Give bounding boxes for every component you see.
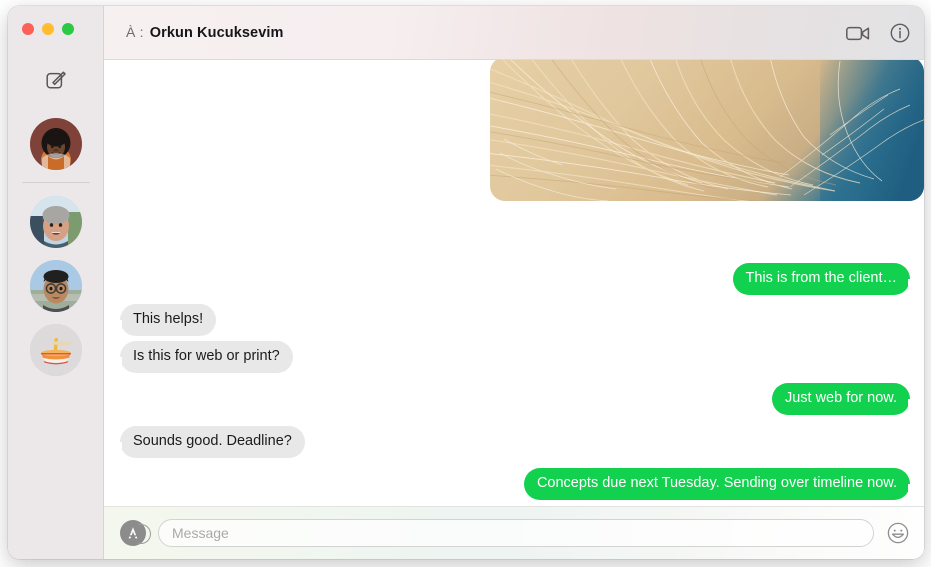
message-row: Concepts due next Tuesday. Sending over … (120, 468, 918, 500)
message-row: This is from the client… (120, 263, 917, 295)
messages-app-window: À : Orkun Kucuksevim This is from the cl… (0, 0, 931, 567)
to-label: À : (126, 24, 144, 40)
maximize-window-button[interactable] (62, 23, 74, 35)
compose-icon[interactable] (46, 69, 67, 90)
message-bubble-incoming[interactable]: Is this for web or print? (113, 341, 293, 373)
sidebar-item-conversation-2[interactable] (8, 196, 104, 248)
conversation-header: À : Orkun Kucuksevim (104, 6, 924, 60)
message-bubble-outgoing[interactable]: This is from the client… (732, 263, 917, 295)
message-composer (104, 506, 924, 559)
minimize-window-button[interactable] (42, 23, 54, 35)
video-camera-icon[interactable] (846, 25, 870, 42)
message-input[interactable] (158, 519, 874, 547)
app-window: À : Orkun Kucuksevim This is from the cl… (8, 6, 924, 559)
message-bubble-incoming[interactable]: Sounds good. Deadline? (113, 426, 305, 458)
person-afro-avatar (30, 118, 82, 170)
message-row: Is this for web or print? (113, 341, 910, 373)
sidebar-item-conversation-1[interactable] (8, 118, 104, 170)
header-actions (846, 6, 910, 60)
recipient-name: Orkun Kucuksevim (149, 25, 284, 41)
sidebar-item-conversation-4[interactable] (8, 324, 104, 376)
message-bubble-outgoing[interactable]: Just web for now. (771, 383, 918, 415)
sidebar-divider (22, 182, 90, 183)
message-row: Just web for now. (120, 383, 918, 415)
person-cap-avatar (30, 196, 82, 248)
window-controls (22, 23, 74, 35)
conversation-pane: À : Orkun Kucuksevim This is from the cl… (104, 6, 924, 559)
message-bubble-outgoing[interactable]: Concepts due next Tuesday. Sending over … (523, 468, 918, 500)
message-row: Sounds good. Deadline? (113, 426, 910, 458)
recipient-field[interactable]: À : Orkun Kucuksevim (104, 24, 283, 41)
app-store-icon[interactable] (120, 520, 151, 546)
message-row: This helps! (112, 304, 910, 336)
sidebar-item-conversation-3[interactable] (8, 260, 104, 312)
conversation-list (8, 118, 104, 388)
info-circle-icon[interactable] (890, 23, 910, 43)
smiley-face-icon[interactable] (886, 521, 910, 545)
person-glasses-avatar (30, 260, 82, 312)
message-bubble-incoming[interactable]: This helps! (112, 304, 217, 336)
noodle-bowl-avatar (30, 324, 82, 376)
photo-attachment[interactable] (490, 60, 924, 201)
message-transcript[interactable]: This is from the client… This helps! Is … (104, 60, 924, 506)
sidebar (8, 6, 104, 559)
close-window-button[interactable] (22, 23, 34, 35)
